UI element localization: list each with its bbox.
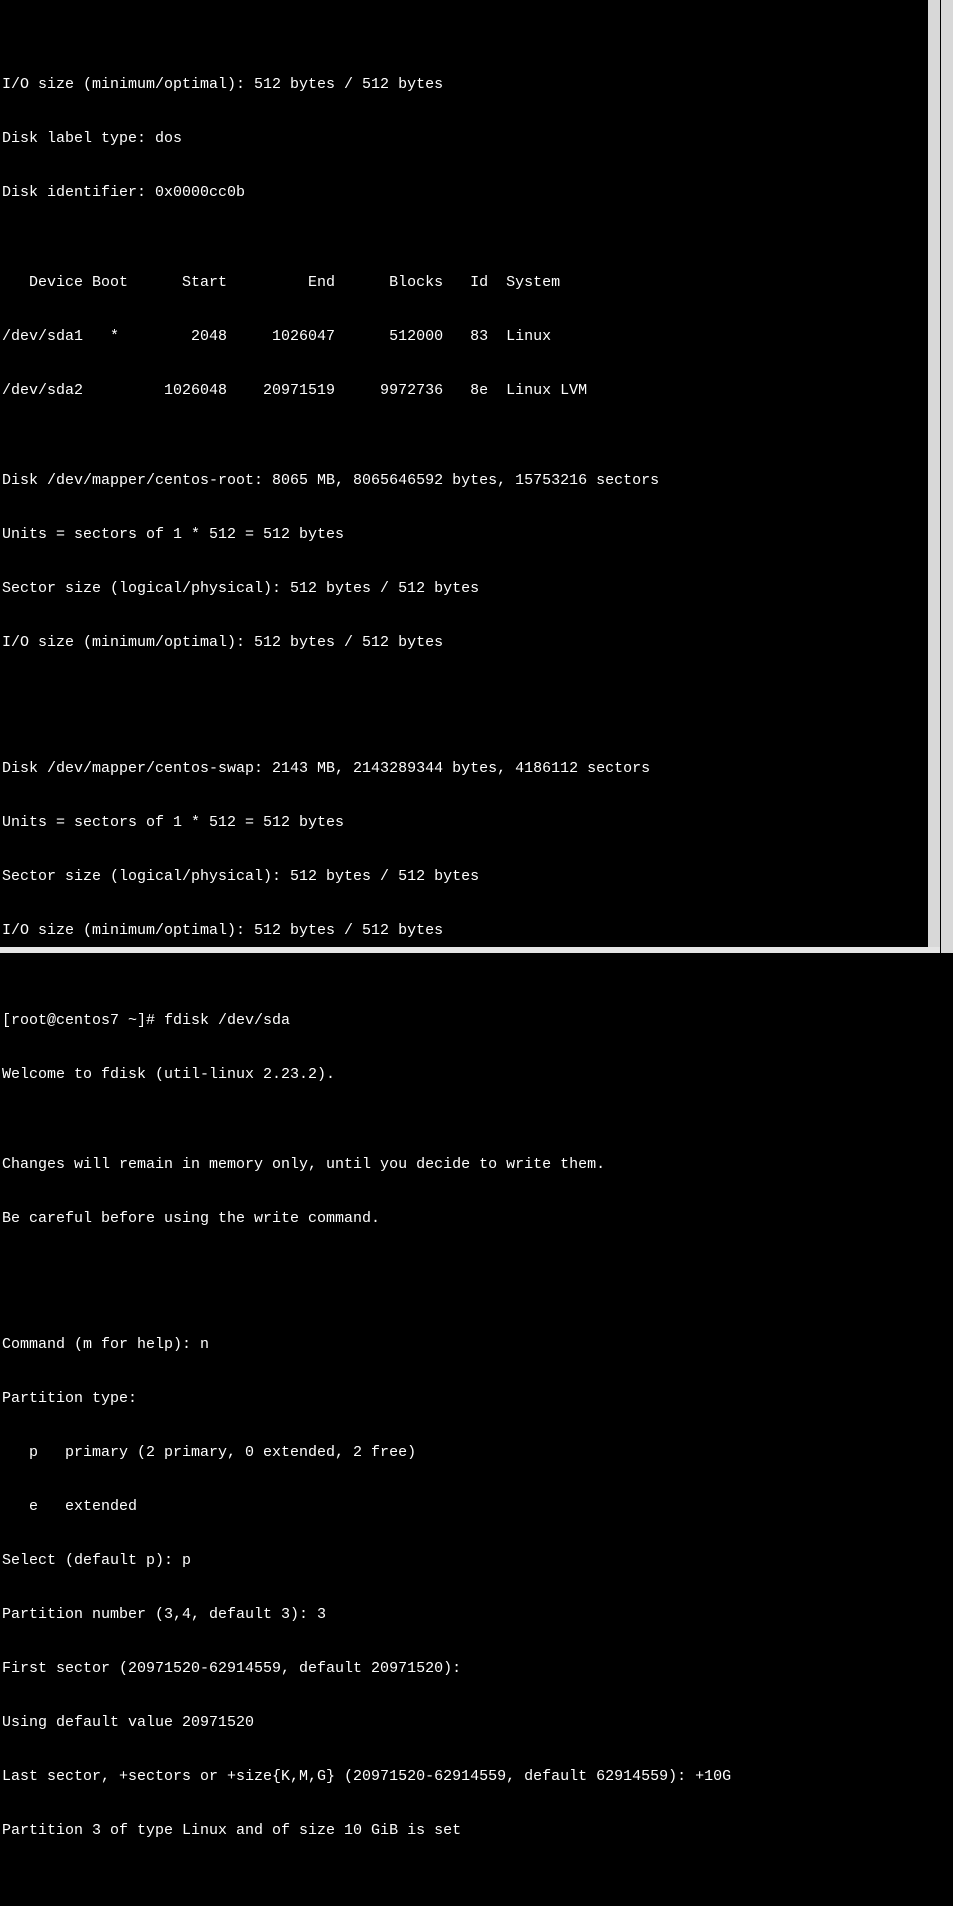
output-line: Units = sectors of 1 * 512 = 512 bytes bbox=[2, 814, 926, 832]
output-line: Partition 3 of type Linux and of size 10… bbox=[2, 1822, 926, 1840]
output-line: /dev/sda2 1026048 20971519 9972736 8e Li… bbox=[2, 382, 926, 400]
output-line: Be careful before using the write comman… bbox=[2, 1210, 926, 1228]
terminal-window[interactable]: I/O size (minimum/optimal): 512 bytes / … bbox=[0, 0, 940, 953]
output-line: Disk identifier: 0x0000cc0b bbox=[2, 184, 926, 202]
output-line: Units = sectors of 1 * 512 = 512 bytes bbox=[2, 526, 926, 544]
output-line: Sector size (logical/physical): 512 byte… bbox=[2, 868, 926, 886]
output-line: [root@centos7 ~]# fdisk /dev/sda bbox=[2, 1012, 926, 1030]
window-bottom-border bbox=[0, 947, 940, 953]
output-line: I/O size (minimum/optimal): 512 bytes / … bbox=[2, 922, 926, 940]
output-line: Welcome to fdisk (util-linux 2.23.2). bbox=[2, 1066, 926, 1084]
output-line: Changes will remain in memory only, unti… bbox=[2, 1156, 926, 1174]
output-line: /dev/sda1 * 2048 1026047 512000 83 Linux bbox=[2, 328, 926, 346]
terminal-output: I/O size (minimum/optimal): 512 bytes / … bbox=[2, 40, 926, 1906]
output-line: Command (m for help): n bbox=[2, 1336, 926, 1354]
vertical-scrollbar[interactable] bbox=[941, 0, 953, 953]
output-line: Disk /dev/mapper/centos-root: 8065 MB, 8… bbox=[2, 472, 926, 490]
output-line: Partition number (3,4, default 3): 3 bbox=[2, 1606, 926, 1624]
output-line: Sector size (logical/physical): 512 byte… bbox=[2, 580, 926, 598]
output-line: Select (default p): p bbox=[2, 1552, 926, 1570]
output-line: Device Boot Start End Blocks Id System bbox=[2, 274, 926, 292]
output-line: Using default value 20971520 bbox=[2, 1714, 926, 1732]
output-line: e extended bbox=[2, 1498, 926, 1516]
output-line: I/O size (minimum/optimal): 512 bytes / … bbox=[2, 76, 926, 94]
output-line: p primary (2 primary, 0 extended, 2 free… bbox=[2, 1444, 926, 1462]
output-line: Partition type: bbox=[2, 1390, 926, 1408]
output-line: First sector (20971520-62914559, default… bbox=[2, 1660, 926, 1678]
output-line: I/O size (minimum/optimal): 512 bytes / … bbox=[2, 634, 926, 652]
output-line: Disk label type: dos bbox=[2, 130, 926, 148]
output-line: Last sector, +sectors or +size{K,M,G} (2… bbox=[2, 1768, 926, 1786]
output-line: Disk /dev/mapper/centos-swap: 2143 MB, 2… bbox=[2, 760, 926, 778]
